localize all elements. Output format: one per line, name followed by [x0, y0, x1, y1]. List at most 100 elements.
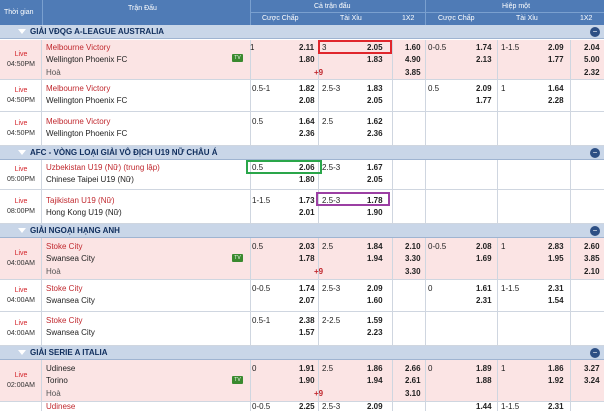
tv-icon[interactable]: TV	[232, 376, 243, 384]
h1-ou-over-odds[interactable]: 2.83	[548, 242, 564, 251]
header-over-under[interactable]: Tài Xỉu	[340, 14, 362, 23]
away-team[interactable]: Hong Kong U19 (Nữ)	[46, 208, 122, 217]
collapse-minus-icon[interactable]: −	[590, 226, 600, 236]
handicap-home-odds[interactable]: 1.82	[299, 84, 315, 93]
handicap-home-odds[interactable]: 2.38	[299, 316, 315, 325]
ou-over-odds[interactable]: 1.59	[367, 316, 383, 325]
ou-under-odds[interactable]: 2.05	[367, 175, 383, 184]
collapse-minus-icon[interactable]: −	[590, 148, 600, 158]
handicap-home-odds[interactable]: 1.64	[299, 117, 315, 126]
h1-ou-over-odds[interactable]: 1.86	[548, 364, 564, 373]
handicap-home-odds[interactable]: 1.73	[299, 196, 315, 205]
h1-ou-under-odds[interactable]: 1.95	[548, 254, 564, 263]
h1-handicap-away-odds[interactable]: 2.13	[476, 55, 492, 64]
handicap-away-odds[interactable]: 1.80	[299, 55, 315, 64]
home-team[interactable]: Udinese	[46, 402, 75, 411]
ou-over-odds[interactable]: 2.09	[367, 402, 383, 411]
handicap-home-odds[interactable]: 1.74	[299, 284, 315, 293]
h1-1x2-draw-odds[interactable]: 2.10	[584, 267, 600, 276]
header-handicap-h1[interactable]: Cược Chấp	[438, 14, 475, 23]
h1-1x2-home-odds[interactable]: 3.27	[584, 364, 600, 373]
h1-handicap-away-odds[interactable]: 1.69	[476, 254, 492, 263]
ou-under-odds[interactable]: 2.05	[367, 96, 383, 105]
1x2-away-odds[interactable]: 3.30	[405, 254, 421, 263]
collapse-minus-icon[interactable]: −	[590, 27, 600, 37]
league-header[interactable]: GIẢI VĐQG A-LEAGUE AUSTRALIA −	[0, 25, 604, 39]
1x2-home-odds[interactable]: 2.66	[405, 364, 421, 373]
ou-over-odds[interactable]: 1.83	[367, 84, 383, 93]
ou-under-odds[interactable]: 2.23	[367, 328, 383, 337]
ou-under-odds[interactable]: 1.60	[367, 296, 383, 305]
ou-under-odds[interactable]: 1.83	[367, 55, 383, 64]
home-team[interactable]: Uzbekistan U19 (Nữ) (trung lập)	[46, 163, 160, 172]
handicap-home-odds[interactable]: 2.03	[299, 242, 315, 251]
away-team[interactable]: Swansea City	[46, 328, 95, 337]
header-1x2-h1[interactable]: 1X2	[580, 14, 592, 23]
header-handicap[interactable]: Cược Chấp	[262, 14, 299, 23]
1x2-draw-odds[interactable]: 3.10	[405, 389, 421, 398]
tv-icon[interactable]: TV	[232, 254, 243, 262]
handicap-away-odds[interactable]: 1.90	[299, 376, 315, 385]
1x2-draw-odds[interactable]: 3.85	[405, 68, 421, 77]
handicap-away-odds[interactable]: 2.07	[299, 296, 315, 305]
handicap-away-odds[interactable]: 1.57	[299, 328, 315, 337]
h1-1x2-away-odds[interactable]: 3.85	[584, 254, 600, 263]
ou-under-odds[interactable]: 1.94	[367, 254, 383, 263]
collapse-minus-icon[interactable]: −	[590, 348, 600, 358]
home-team[interactable]: Melbourne Victory	[46, 43, 110, 52]
h1-handicap-away-odds[interactable]: 2.31	[476, 296, 492, 305]
collapse-triangle-icon[interactable]	[18, 150, 26, 155]
h1-1x2-home-odds[interactable]: 2.60	[584, 242, 600, 251]
away-team[interactable]: Wellington Phoenix FC	[46, 129, 127, 138]
home-team[interactable]: Tajikistan U19 (Nữ)	[46, 196, 114, 205]
collapse-triangle-icon[interactable]	[18, 350, 26, 355]
away-team[interactable]: Swansea City	[46, 296, 95, 305]
h1-1x2-away-odds[interactable]: 3.24	[584, 376, 600, 385]
handicap-away-odds[interactable]: 2.36	[299, 129, 315, 138]
home-team[interactable]: Stoke City	[46, 316, 82, 325]
ou-over-odds[interactable]: 1.86	[367, 364, 383, 373]
handicap-home-odds[interactable]: 2.06	[299, 163, 315, 172]
home-team[interactable]: Melbourne Victory	[46, 117, 110, 126]
h1-handicap-home-odds[interactable]: 1.44	[476, 402, 492, 411]
more-markets-link[interactable]: +9	[314, 389, 323, 398]
1x2-home-odds[interactable]: 2.10	[405, 242, 421, 251]
more-markets-link[interactable]: +9	[314, 267, 323, 276]
league-header[interactable]: AFC - VÒNG LOẠI GIẢI VÔ ĐỊCH U19 NỮ CHÂU…	[0, 146, 604, 160]
1x2-away-odds[interactable]: 2.61	[405, 376, 421, 385]
ou-over-odds[interactable]: 1.62	[367, 117, 383, 126]
h1-ou-over-odds[interactable]: 2.09	[548, 43, 564, 52]
h1-handicap-home-odds[interactable]: 2.08	[476, 242, 492, 251]
ou-over-odds[interactable]: 1.67	[367, 163, 383, 172]
h1-1x2-home-odds[interactable]: 2.04	[584, 43, 600, 52]
1x2-draw-odds[interactable]: 3.30	[405, 267, 421, 276]
h1-handicap-home-odds[interactable]: 2.09	[476, 84, 492, 93]
ou-over-odds[interactable]: 2.09	[367, 284, 383, 293]
1x2-away-odds[interactable]: 4.90	[405, 55, 421, 64]
handicap-away-odds[interactable]: 1.80	[299, 175, 315, 184]
header-1x2[interactable]: 1X2	[402, 14, 414, 23]
header-over-under-h1[interactable]: Tài Xỉu	[516, 14, 538, 23]
ou-under-odds[interactable]: 1.90	[367, 208, 383, 217]
ou-over-odds[interactable]: 1.78	[367, 196, 383, 205]
home-team[interactable]: Melbourne Victory	[46, 84, 110, 93]
ou-over-odds[interactable]: 2.05	[367, 43, 383, 52]
h1-ou-over-odds[interactable]: 2.31	[548, 284, 564, 293]
h1-handicap-away-odds[interactable]: 1.88	[476, 376, 492, 385]
ou-under-odds[interactable]: 1.94	[367, 376, 383, 385]
handicap-home-odds[interactable]: 1.91	[299, 364, 315, 373]
handicap-home-odds[interactable]: 2.11	[299, 43, 314, 52]
h1-ou-under-odds[interactable]: 2.28	[548, 96, 564, 105]
tv-icon[interactable]: TV	[232, 54, 243, 62]
handicap-away-odds[interactable]: 1.78	[299, 254, 315, 263]
h1-1x2-away-odds[interactable]: 5.00	[584, 55, 600, 64]
away-team[interactable]: Chinese Taipei U19 (Nữ)	[46, 175, 134, 184]
h1-handicap-home-odds[interactable]: 1.61	[476, 284, 492, 293]
handicap-away-odds[interactable]: 2.01	[299, 208, 315, 217]
h1-handicap-away-odds[interactable]: 1.77	[476, 96, 492, 105]
h1-ou-over-odds[interactable]: 1.64	[548, 84, 564, 93]
league-header[interactable]: GIẢI SERIE A ITALIA −	[0, 346, 604, 360]
h1-ou-over-odds[interactable]: 2.31	[548, 402, 564, 411]
away-team[interactable]: Wellington Phoenix FC	[46, 96, 127, 105]
home-team[interactable]: Stoke City	[46, 284, 82, 293]
